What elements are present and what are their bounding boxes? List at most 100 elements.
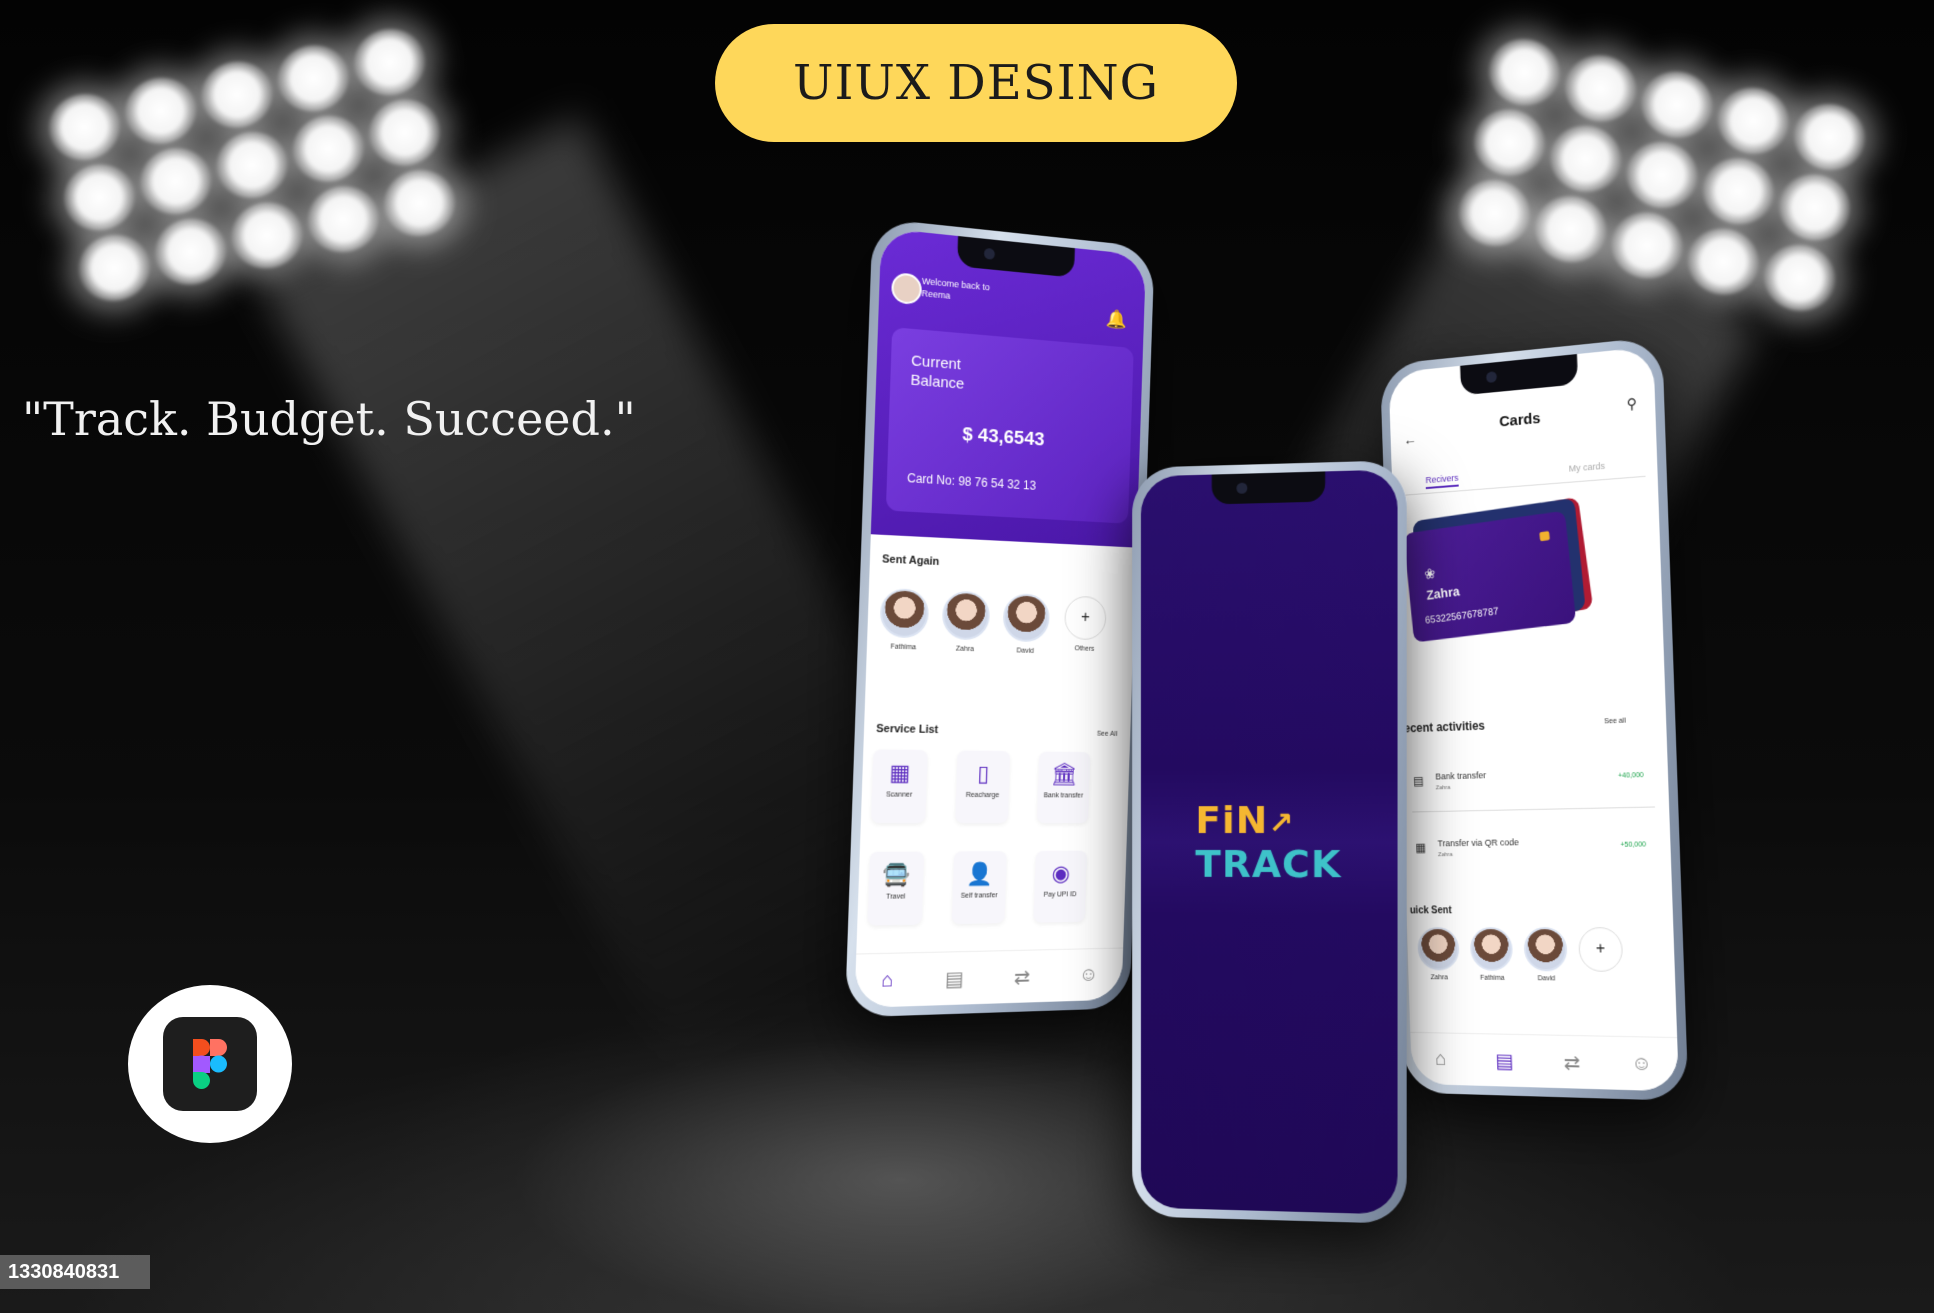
bottom-tab-bar: ⌂ ▤ ⇄ ☺ bbox=[854, 948, 1123, 1008]
activity-sub: Zahra bbox=[1436, 785, 1451, 791]
quick-contact-fathima[interactable]: Fathima bbox=[1467, 927, 1517, 982]
avatar bbox=[1417, 927, 1460, 970]
card-icon[interactable]: ▤ bbox=[945, 966, 965, 992]
tulip-icon: ❀ bbox=[1424, 565, 1437, 583]
bus-icon: 🚍 bbox=[869, 862, 924, 889]
logo-line-1: FiN bbox=[1195, 798, 1268, 842]
phone-splash-mockup: FiN↗ TRACK bbox=[1132, 460, 1407, 1224]
home-screen: Welcome back to Reema 🔔 Current Balance … bbox=[854, 228, 1146, 1008]
service-self-transfer[interactable]: 👤 Self transfer bbox=[952, 851, 1007, 924]
see-all-link[interactable]: See All bbox=[1097, 731, 1118, 738]
service-travel[interactable]: 🚍 Travel bbox=[867, 852, 924, 926]
balance-label: Current Balance bbox=[910, 351, 971, 394]
activity-row[interactable]: ▦ Transfer via QR code Zahra +50,000 bbox=[1413, 835, 1657, 878]
tab-receivers[interactable]: Recivers bbox=[1425, 473, 1458, 489]
transfer-icon[interactable]: ⇄ bbox=[1563, 1049, 1580, 1075]
phone-cards-mockup: ← Cards ⚲ Recivers My cards ❀ Zahra 6532… bbox=[1380, 336, 1689, 1101]
service-pay-upi[interactable]: ◉ Pay UPI ID bbox=[1033, 851, 1087, 923]
card-number: 65322567678787 bbox=[1425, 606, 1499, 626]
quick-sent-title: uick Sent bbox=[1410, 905, 1452, 916]
fintrack-logo: FiN↗ TRACK bbox=[1195, 800, 1341, 884]
activity-amount: +40,000 bbox=[1618, 772, 1644, 780]
contact-zahra[interactable]: Zahra bbox=[939, 590, 992, 653]
contact-fathima[interactable]: Fathima bbox=[877, 588, 931, 652]
phone-home-mockup: Welcome back to Reema 🔔 Current Balance … bbox=[845, 218, 1155, 1018]
balance-amount: $ 43,6543 bbox=[962, 424, 1045, 452]
bottom-tab-bar: ⌂ ▤ ⇄ ☺ bbox=[1410, 1032, 1679, 1092]
service-bank-transfer[interactable]: 🏛 Bank transfer bbox=[1037, 752, 1091, 824]
plus-icon: + bbox=[1064, 596, 1107, 641]
contact-name: Zahra bbox=[939, 645, 990, 654]
home-icon[interactable]: ⌂ bbox=[1435, 1048, 1447, 1071]
title-text: UIUX DESING bbox=[793, 55, 1159, 111]
profile-icon[interactable]: ☺ bbox=[1631, 1052, 1652, 1076]
service-label: Pay UPI ID bbox=[1034, 890, 1086, 900]
bank-icon: ▤ bbox=[1413, 774, 1424, 788]
activity-title: Transfer via QR code bbox=[1437, 837, 1518, 848]
person-icon: 👤 bbox=[953, 861, 1007, 888]
home-header: Welcome back to Reema 🔔 Current Balance … bbox=[871, 228, 1146, 548]
avatar bbox=[1470, 927, 1514, 971]
activity-row[interactable]: ▤ Bank transfer Zahra +40,000 bbox=[1411, 766, 1655, 813]
service-label: Travel bbox=[868, 892, 923, 902]
cards-title: Cards bbox=[1390, 399, 1655, 440]
service-scanner[interactable]: ▦ Scanner bbox=[871, 749, 928, 823]
recent-activities-title: ecent activities bbox=[1404, 719, 1485, 736]
tab-my-cards[interactable]: My cards bbox=[1569, 461, 1605, 474]
trend-arrow-icon: ↗ bbox=[1268, 806, 1294, 841]
bank-icon: 🏛 bbox=[1038, 761, 1090, 787]
card-holder-name: Zahra bbox=[1426, 584, 1461, 603]
scanner-icon: ▦ bbox=[872, 760, 927, 787]
service-label: Reacharge bbox=[956, 791, 1009, 800]
upi-icon: ◉ bbox=[1035, 861, 1087, 887]
service-recharge[interactable]: ▯ Reacharge bbox=[955, 750, 1010, 823]
phone-notch bbox=[1212, 471, 1325, 504]
activity-amount: +50,000 bbox=[1620, 841, 1646, 848]
quick-add[interactable]: + bbox=[1575, 927, 1626, 972]
contact-name: David bbox=[1000, 647, 1050, 656]
card-chip-icon bbox=[1539, 531, 1550, 541]
watermark-id: 1330840831 bbox=[0, 1255, 150, 1289]
contact-name: Fathima bbox=[1468, 975, 1516, 982]
figma-badge bbox=[128, 985, 292, 1143]
contact-others[interactable]: + Others bbox=[1060, 595, 1111, 653]
contact-name: Fathima bbox=[877, 643, 929, 652]
card-number-row: Card No: 98 76 54 32 13 bbox=[907, 471, 1036, 493]
see-all-link[interactable]: See all bbox=[1604, 718, 1626, 726]
card-no-value: 98 76 54 32 13 bbox=[958, 474, 1036, 493]
transfer-icon[interactable]: ⇄ bbox=[1013, 964, 1030, 989]
phone-notch bbox=[1460, 354, 1577, 395]
profile-icon[interactable]: ☺ bbox=[1079, 963, 1099, 986]
home-icon[interactable]: ⌂ bbox=[881, 968, 894, 992]
bell-icon[interactable]: 🔔 bbox=[1106, 308, 1128, 330]
balance-card: Current Balance $ 43,6543 Card No: 98 76… bbox=[886, 327, 1134, 524]
splash-screen: FiN↗ TRACK bbox=[1141, 469, 1398, 1214]
card-no-label: Card No: bbox=[907, 471, 955, 488]
avatar bbox=[1523, 927, 1567, 971]
activity-sub: Zahra bbox=[1438, 852, 1453, 858]
service-list-title: Service List bbox=[876, 723, 938, 736]
sent-again-title: Sent Again bbox=[882, 553, 940, 568]
qr-icon: ▦ bbox=[1415, 841, 1426, 855]
card-icon[interactable]: ▤ bbox=[1495, 1048, 1514, 1073]
cards-screen: ← Cards ⚲ Recivers My cards ❀ Zahra 6532… bbox=[1388, 346, 1679, 1091]
payment-card[interactable]: ❀ Zahra 65322567678787 bbox=[1403, 511, 1576, 643]
tagline: "Track. Budget. Succeed." bbox=[22, 392, 636, 446]
quick-contact-david[interactable]: David bbox=[1520, 927, 1571, 982]
search-icon[interactable]: ⚲ bbox=[1626, 395, 1637, 413]
welcome-text: Welcome back to Reema bbox=[921, 275, 990, 306]
avatar bbox=[879, 588, 929, 639]
service-label: Bank transfer bbox=[1038, 791, 1090, 800]
service-label: Self transfer bbox=[952, 891, 1005, 901]
service-label: Scanner bbox=[872, 790, 927, 799]
contact-name: David bbox=[1522, 975, 1571, 982]
contact-david[interactable]: David bbox=[1000, 593, 1052, 656]
avatar bbox=[1002, 593, 1050, 642]
phone-icon: ▯ bbox=[956, 761, 1010, 788]
quick-contact-zahra[interactable]: Zahra bbox=[1414, 927, 1463, 981]
contact-name: Others bbox=[1060, 645, 1109, 653]
activity-title: Bank transfer bbox=[1435, 770, 1486, 781]
user-avatar[interactable] bbox=[891, 272, 922, 305]
plus-icon: + bbox=[1578, 927, 1623, 972]
avatar bbox=[942, 590, 991, 640]
